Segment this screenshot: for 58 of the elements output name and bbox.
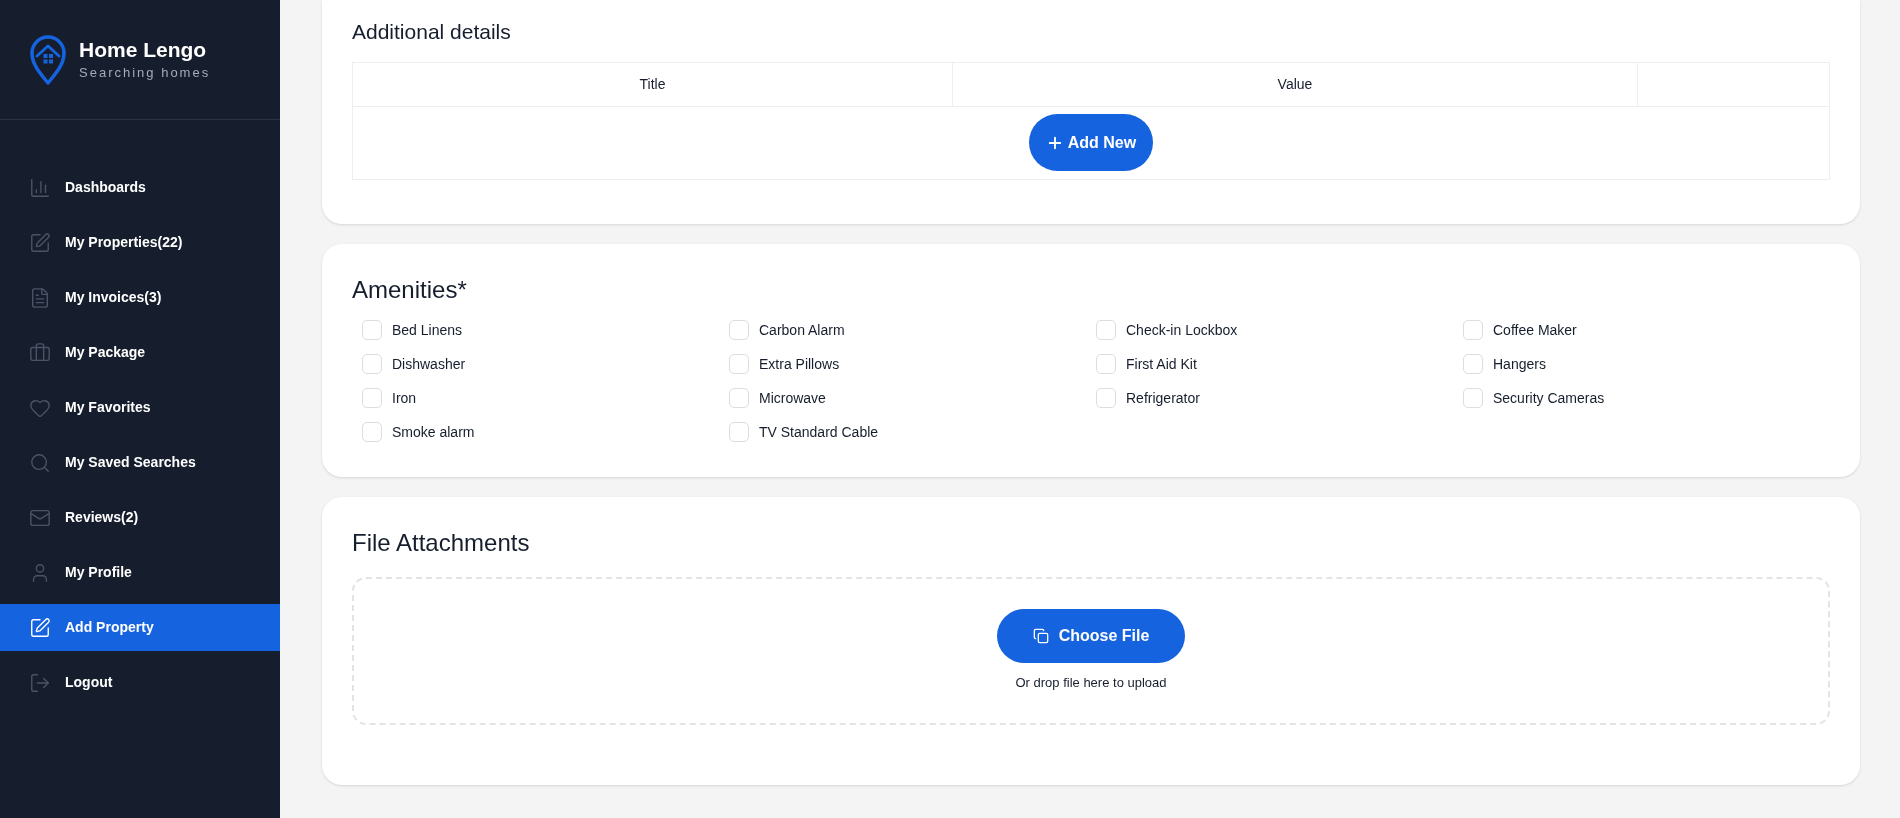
amenity-label: Security Cameras bbox=[1493, 388, 1605, 408]
section-title: Additional details bbox=[352, 19, 512, 45]
amenity-label: Dishwasher bbox=[392, 354, 466, 374]
amenity-label: Refrigerator bbox=[1126, 388, 1200, 408]
briefcase-icon bbox=[29, 341, 51, 364]
choose-file-button[interactable]: Choose File bbox=[996, 608, 1186, 663]
checkbox[interactable] bbox=[729, 320, 749, 340]
checkbox[interactable] bbox=[1463, 354, 1483, 374]
brand-tagline: Searching homes bbox=[79, 63, 211, 82]
amenity-label: Coffee Maker bbox=[1493, 320, 1577, 340]
amenity-label: Smoke alarm bbox=[392, 422, 475, 442]
checkbox[interactable] bbox=[362, 388, 382, 408]
checkbox[interactable] bbox=[1463, 388, 1483, 408]
amenity-label: Carbon Alarm bbox=[759, 320, 845, 340]
amenity-label: Check-in Lockbox bbox=[1126, 320, 1238, 340]
checkbox[interactable] bbox=[362, 320, 382, 340]
amenity-label: Hangers bbox=[1493, 354, 1546, 374]
chart-icon bbox=[29, 176, 51, 199]
sidebar-item[interactable]: My Properties(22) bbox=[0, 219, 280, 266]
amenity-label: First Aid Kit bbox=[1126, 354, 1197, 374]
add-new-button[interactable]: Add New bbox=[1028, 114, 1154, 171]
checkbox[interactable] bbox=[1096, 388, 1116, 408]
amenity-label: TV Standard Cable bbox=[759, 422, 879, 442]
checkbox[interactable] bbox=[729, 354, 749, 374]
sidebar-item[interactable]: My Saved Searches bbox=[0, 439, 280, 486]
amenity-label: Bed Linens bbox=[392, 320, 463, 340]
sidebar-item[interactable]: Dashboards bbox=[0, 164, 280, 211]
section-title: File Attachments bbox=[352, 527, 531, 558]
edit-icon bbox=[29, 231, 51, 254]
document-icon bbox=[29, 286, 51, 309]
checkbox[interactable] bbox=[1463, 320, 1483, 340]
upload-hint: Or drop file here to upload bbox=[1015, 673, 1167, 692]
amenity-label: Iron bbox=[392, 388, 417, 408]
sidebar-item[interactable]: Logout bbox=[0, 659, 280, 706]
checkbox[interactable] bbox=[729, 388, 749, 408]
logo-icon bbox=[29, 33, 67, 86]
sidebar-item[interactable]: My Favorites bbox=[0, 384, 280, 431]
drop-zone[interactable]: Choose File Or drop file here to upload bbox=[352, 576, 1830, 725]
amenity-label: Microwave bbox=[759, 388, 826, 408]
checkbox[interactable] bbox=[362, 422, 382, 442]
sidebar-item[interactable]: Add Property bbox=[0, 604, 280, 651]
section-title: Amenities* bbox=[352, 274, 468, 305]
logout-icon bbox=[29, 671, 51, 694]
sidebar-item[interactable]: My Invoices(3) bbox=[0, 274, 280, 321]
checkbox[interactable] bbox=[729, 422, 749, 442]
amenity-label: Extra Pillows bbox=[759, 354, 840, 374]
checkbox[interactable] bbox=[1096, 354, 1116, 374]
sidebar-item[interactable]: My Package bbox=[0, 329, 280, 376]
column-header: Title bbox=[353, 62, 953, 106]
edit-icon bbox=[29, 616, 51, 639]
checkbox[interactable] bbox=[1096, 320, 1116, 340]
search-icon bbox=[29, 451, 51, 474]
sidebar-item[interactable]: Reviews(2) bbox=[0, 494, 280, 541]
sidebar-item[interactable]: My Profile bbox=[0, 549, 280, 596]
checkbox[interactable] bbox=[362, 354, 382, 374]
column-header: Value bbox=[953, 62, 1638, 106]
copy-icon bbox=[1032, 627, 1049, 644]
brand-name: Home Lengo bbox=[79, 36, 208, 63]
